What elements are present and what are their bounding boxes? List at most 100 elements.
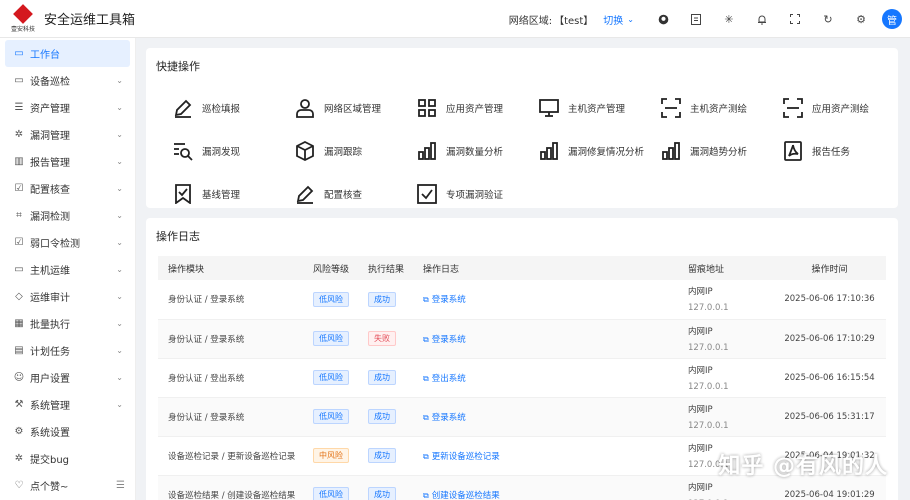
quick-action-item[interactable]: 报告任务 xyxy=(772,129,894,172)
sidebar-item[interactable]: ▭ 主机运维 ⌄ xyxy=(0,256,135,283)
avatar[interactable]: 管 xyxy=(882,9,902,29)
log-link[interactable]: ⧉ 登录系统 xyxy=(423,413,466,423)
result-badge: 失败 xyxy=(368,331,396,346)
module-cell: 身份认证 / 登录系统 xyxy=(158,397,303,437)
bookmark-check-icon xyxy=(172,183,194,205)
log-link[interactable]: ⧉ 登出系统 xyxy=(423,374,466,384)
result-cell: 成功 xyxy=(358,397,413,437)
apps-icon xyxy=(416,97,438,119)
log-link[interactable]: ⧉ 创建设备巡检结果 xyxy=(423,491,500,500)
sidebar-item-label: 主机运维 xyxy=(30,266,70,277)
bell-icon[interactable] xyxy=(747,4,777,34)
sidebar-item[interactable]: ☑ 弱口令检测 ⌄ xyxy=(0,229,135,256)
quick-action-label: 报告任务 xyxy=(812,146,851,158)
module-cell: 设备巡检结果 / 创建设备巡检结果 xyxy=(158,475,303,500)
github-icon[interactable] xyxy=(648,4,678,34)
top-header: 壹安科技 安全运维工具箱 网络区域: 【test】 切换 ⌄ ✳ ↻ ⚙ 管 xyxy=(0,0,910,38)
sidebar-item[interactable]: ⚒ 系统管理 ⌄ xyxy=(0,391,135,418)
chevron-down-icon: ⌄ xyxy=(116,76,123,85)
result-cell: 成功 xyxy=(358,280,413,320)
log-link[interactable]: ⧉ 更新设备巡检记录 xyxy=(423,452,500,462)
address-cell: 内网IP 127.0.0.1 xyxy=(678,280,773,320)
risk-cell: 低风险 xyxy=(303,397,358,437)
result-badge: 成功 xyxy=(368,291,396,307)
sidebar-item[interactable]: ☺ 用户设置 ⌄ xyxy=(0,364,135,391)
sidebar-item[interactable]: ▦ 批量执行 ⌄ xyxy=(0,310,135,337)
quick-action-item[interactable]: 专项漏洞验证 xyxy=(406,172,528,215)
result-badge: 成功 xyxy=(368,370,396,385)
refresh-icon[interactable]: ↻ xyxy=(813,4,843,34)
sidebar-item[interactable]: ✲ 漏洞管理 ⌄ xyxy=(0,121,135,148)
sidebar-item[interactable]: ✲ 提交bug xyxy=(0,445,135,472)
quick-action-item[interactable]: 配置核查 xyxy=(284,172,406,215)
quick-action-item[interactable]: 网络区域管理 xyxy=(284,86,406,129)
chevron-down-icon: ⌄ xyxy=(116,184,123,193)
log-link[interactable]: ⧉ 登录系统 xyxy=(423,335,466,345)
sidebar-item[interactable]: ♡ 点个赞~ ☰ xyxy=(0,472,135,499)
list-icon: ☰ xyxy=(14,102,24,113)
pencil-icon xyxy=(294,183,316,205)
sidebar-item-label: 运维审计 xyxy=(30,293,70,304)
sidebar-item[interactable]: ▭ 工作台 xyxy=(5,40,130,67)
logo-diamond-icon xyxy=(13,3,33,24)
address-cell: 内网IP 127.0.0.1 xyxy=(678,319,773,359)
log-cell: ⧉ 更新设备巡检记录 xyxy=(413,436,678,476)
risk-cell: 低风险 xyxy=(303,280,358,320)
sidebar-item-label: 计划任务 xyxy=(30,347,70,358)
sidebar-item[interactable]: ▥ 报告管理 ⌄ xyxy=(0,148,135,175)
quick-actions-grid: 巡检填报 网络区域管理 应用资产管理 主机资产管理 主机资产测绘 应用资产测绘 漏洞发现 漏洞… xyxy=(156,86,888,215)
quick-action-item[interactable]: 漏洞修复情况分析 xyxy=(528,129,650,172)
sidebar-item-label: 提交bug xyxy=(30,455,70,466)
search-doc-icon xyxy=(172,140,194,162)
module-cell: 身份认证 / 登录系统 xyxy=(158,319,303,359)
log-text: 登出系统 xyxy=(431,373,466,384)
address-type: 内网IP xyxy=(688,287,713,298)
sidebar-item[interactable]: ◇ 运维审计 ⌄ xyxy=(0,283,135,310)
quick-actions-card: 快捷操作 巡检填报 网络区域管理 应用资产管理 主机资产管理 主机资产测绘 应用资产测绘漏… xyxy=(146,48,898,208)
fullscreen-icon[interactable] xyxy=(780,4,810,34)
quick-action-item[interactable]: 巡检填报 xyxy=(162,86,284,129)
sidebar-item[interactable]: ⌗ 漏洞检测 ⌄ xyxy=(0,202,135,229)
quick-action-item[interactable]: 漏洞数量分析 xyxy=(406,129,528,172)
sidebar-item-label: 报告管理 xyxy=(30,158,70,169)
table-row: 身份认证 / 登录系统 低风险 成功 ⧉ 登录系统 内网IP 127.0.0.1 2025-0… xyxy=(158,397,886,437)
region-switch-button[interactable]: 切换 ⌄ xyxy=(603,12,634,27)
quick-action-item[interactable]: 应用资产测绘 xyxy=(772,86,894,129)
sidebar-item[interactable]: ⚙ 系统设置 xyxy=(0,418,135,445)
sidebar-item[interactable]: ☑ 配置核查 ⌄ xyxy=(0,175,135,202)
chevron-down-icon: ⌄ xyxy=(116,346,123,355)
module-cell: 身份认证 / 登出系统 xyxy=(158,358,303,398)
risk-badge: 低风险 xyxy=(313,291,349,307)
quick-action-item[interactable]: 漏洞跟踪 xyxy=(284,129,406,172)
gear-icon[interactable]: ⚙ xyxy=(846,4,876,34)
log-link[interactable]: ⧉ 登录系统 xyxy=(423,295,466,305)
theme-sun-icon[interactable]: ✳ xyxy=(714,4,744,34)
sidebar-item[interactable]: ▤ 计划任务 ⌄ xyxy=(0,337,135,364)
column-header: 留痕地址 xyxy=(678,256,773,280)
address-type: 内网IP xyxy=(688,404,713,415)
quick-action-item[interactable]: 主机资产测绘 xyxy=(650,86,772,129)
logo-text: 壹安科技 xyxy=(10,25,35,33)
quick-action-item[interactable]: 应用资产管理 xyxy=(406,86,528,129)
header-toolbar: 网络区域: 【test】 切换 ⌄ ✳ ↻ ⚙ 管 xyxy=(509,0,902,38)
sidebar-item[interactable]: ▭ 设备巡检 ⌄ xyxy=(0,67,135,94)
risk-cell: 中风险 xyxy=(303,436,358,476)
user-icon: ☺ xyxy=(13,372,25,383)
pencil-icon xyxy=(172,97,194,119)
quick-action-item[interactable]: 漏洞发现 xyxy=(162,129,284,172)
switch-label: 切换 xyxy=(603,15,624,27)
check-square-icon xyxy=(416,183,438,205)
quick-action-item[interactable]: 主机资产管理 xyxy=(528,86,650,129)
user-icon xyxy=(294,97,316,119)
quick-action-item[interactable]: 漏洞趋势分析 xyxy=(650,129,772,172)
monitor-icon: ▭ xyxy=(14,264,24,275)
document-icon[interactable] xyxy=(681,4,711,34)
collapse-menu-icon[interactable]: ☰ xyxy=(116,480,125,491)
log-text: 登录系统 xyxy=(431,295,466,306)
quick-action-item[interactable]: 基线管理 xyxy=(162,172,284,215)
region-label: 网络区域: xyxy=(508,15,553,27)
time-cell: 2025-06-06 16:15:54 xyxy=(773,358,886,398)
sidebar-item[interactable]: ☰ 资产管理 ⌄ xyxy=(0,94,135,121)
risk-badge: 低风险 xyxy=(313,331,349,346)
table-row: 身份认证 / 登录系统 低风险 失败 ⧉ 登录系统 内网IP 127.0.0.1 2025-0… xyxy=(158,319,886,359)
